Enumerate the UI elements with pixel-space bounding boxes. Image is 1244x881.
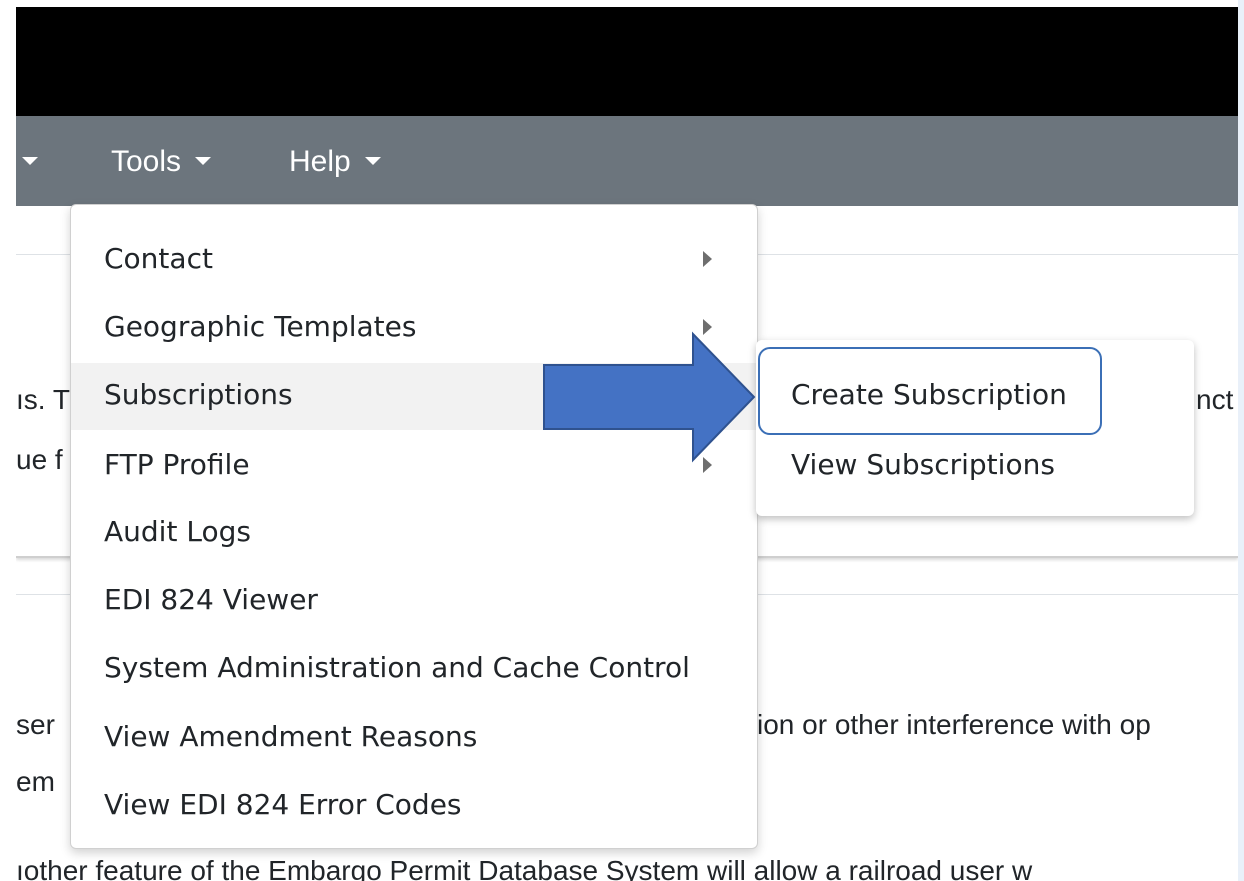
right-frame bbox=[1238, 0, 1244, 881]
menu-item-audit-logs[interactable]: Audit Logs bbox=[71, 500, 757, 567]
menu-item-label: FTP Profile bbox=[104, 448, 250, 481]
nav-item-tools-label: Tools bbox=[111, 145, 182, 178]
annotation-arrow-icon bbox=[543, 331, 756, 463]
chevron-right-icon bbox=[703, 251, 712, 267]
paragraph-text: ıother feature of the Embargo Permit Dat… bbox=[16, 855, 1033, 881]
menu-item-view-subscriptions[interactable]: View Subscriptions bbox=[791, 447, 1055, 483]
paragraph-text-fragment: ue f bbox=[16, 444, 63, 475]
paragraph-text-fragment: ion or other interference with op bbox=[757, 709, 1151, 740]
menu-item-label: Subscriptions bbox=[104, 378, 293, 411]
menu-item-view-amendment-reasons[interactable]: View Amendment Reasons bbox=[71, 705, 757, 772]
menu-item-label: View Amendment Reasons bbox=[104, 720, 478, 753]
caret-down-icon bbox=[365, 157, 382, 166]
menu-item-contact[interactable]: Contact bbox=[71, 227, 757, 294]
menu-item-label: View EDI 824 Error Codes bbox=[104, 788, 462, 821]
site-banner bbox=[16, 7, 1238, 116]
paragraph-text-fragment: em bbox=[16, 766, 55, 797]
left-frame bbox=[0, 0, 16, 881]
menu-item-edi-824-viewer[interactable]: EDI 824 Viewer bbox=[71, 568, 757, 635]
menu-item-label: System Administration and Cache Control bbox=[104, 651, 690, 684]
paragraph-text-fragment: ıs. T bbox=[16, 384, 70, 415]
nav-item-help[interactable]: Help bbox=[289, 144, 382, 180]
paragraph-text-fragment: ser bbox=[16, 709, 55, 740]
paragraph-text-fragment: nct bbox=[1196, 384, 1234, 415]
menu-item-view-edi-824-error-codes[interactable]: View EDI 824 Error Codes bbox=[71, 773, 757, 840]
menu-item-label: Contact bbox=[104, 242, 213, 275]
nav-item-partial[interactable] bbox=[16, 144, 38, 180]
main-navbar: Tools Help bbox=[16, 116, 1238, 206]
nav-item-help-label: Help bbox=[289, 145, 351, 178]
top-strip bbox=[0, 0, 1244, 7]
highlight-annotation-box bbox=[758, 347, 1102, 435]
tools-dropdown-menu: Contact Geographic Templates Subscriptio… bbox=[70, 204, 758, 849]
caret-down-icon bbox=[195, 157, 212, 166]
menu-item-label: Audit Logs bbox=[104, 515, 251, 548]
menu-item-label: Geographic Templates bbox=[104, 310, 417, 343]
menu-item-system-administration[interactable]: System Administration and Cache Control bbox=[71, 636, 757, 703]
nav-item-tools[interactable]: Tools bbox=[111, 144, 212, 180]
menu-item-label: EDI 824 Viewer bbox=[104, 583, 318, 616]
caret-down-icon bbox=[22, 157, 38, 166]
